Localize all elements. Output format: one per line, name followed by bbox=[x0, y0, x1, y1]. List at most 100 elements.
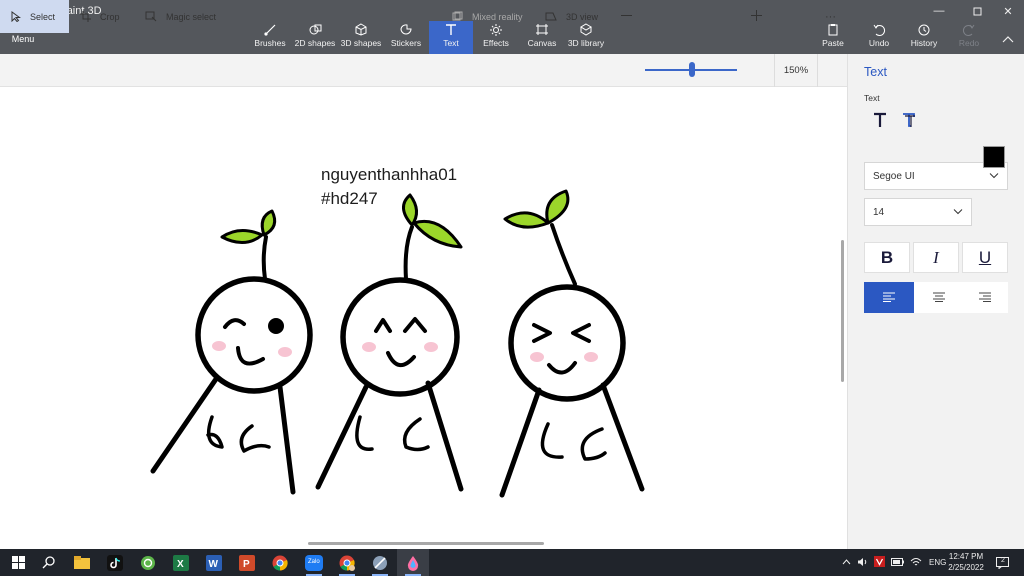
zalo-label: Zalo bbox=[308, 559, 320, 565]
action-label: Undo bbox=[868, 38, 890, 48]
chevron-down-icon bbox=[989, 171, 999, 182]
collapse-ribbon-icon[interactable] bbox=[1002, 30, 1014, 48]
menu-label: Menu bbox=[11, 34, 35, 44]
notification-button[interactable]: 2 bbox=[996, 549, 1010, 576]
paint3d-window: Untitled* - Paint 3D — ✕ Menu Brushes 2D… bbox=[0, 0, 1024, 576]
crop-label: Crop bbox=[100, 11, 120, 22]
select-label: Select bbox=[30, 11, 56, 22]
system-tray: ENG bbox=[842, 549, 946, 576]
volume-icon[interactable] bbox=[857, 557, 868, 569]
close-icon[interactable]: ✕ bbox=[993, 4, 1023, 18]
chrome-icon[interactable] bbox=[264, 549, 296, 576]
search-icon[interactable] bbox=[32, 549, 64, 576]
tool-label: 2D shapes bbox=[294, 38, 336, 48]
svg-text:P: P bbox=[243, 559, 250, 570]
undo-icon bbox=[864, 23, 894, 36]
snipping-icon[interactable] bbox=[364, 549, 396, 576]
antivirus-icon[interactable] bbox=[874, 556, 885, 569]
tool-2d-shapes[interactable]: 2D shapes bbox=[294, 21, 336, 54]
align-left-button[interactable] bbox=[864, 282, 914, 313]
clock-time: 12:47 PM bbox=[948, 552, 984, 561]
horizontal-scrollbar[interactable] bbox=[308, 542, 544, 545]
font-size-select[interactable]: 14 bbox=[864, 198, 972, 226]
minus-icon bbox=[621, 10, 632, 23]
chevron-up-icon[interactable] bbox=[842, 558, 851, 567]
stickers-icon bbox=[388, 23, 424, 36]
zoom-out-button[interactable] bbox=[621, 0, 633, 33]
bold-button[interactable]: B bbox=[864, 242, 910, 273]
zoom-level[interactable]: 150% bbox=[774, 54, 818, 87]
zalo-button[interactable]: Zalo bbox=[298, 549, 330, 576]
paint3d-icon[interactable] bbox=[397, 549, 429, 576]
align-center-button[interactable] bbox=[914, 282, 964, 313]
3d-view-button[interactable]: 3D view bbox=[545, 0, 605, 33]
select-button[interactable]: Select bbox=[0, 0, 69, 33]
svg-text:X: X bbox=[177, 559, 184, 570]
minimize-icon[interactable]: — bbox=[924, 4, 954, 18]
magic-select-button[interactable]: Magic select bbox=[145, 0, 225, 33]
canvas-text-line-1: nguyenthanhha01 bbox=[321, 165, 458, 184]
redo-button[interactable]: Redo bbox=[954, 21, 984, 54]
green-app-icon[interactable] bbox=[132, 549, 164, 576]
undo-button[interactable]: Undo bbox=[864, 21, 894, 54]
font-family-value: Segoe UI bbox=[873, 170, 915, 182]
cursor-icon bbox=[11, 11, 21, 22]
figure-left bbox=[150, 209, 313, 495]
3d-shapes-icon bbox=[340, 23, 382, 36]
word-icon[interactable]: W bbox=[198, 549, 230, 576]
panel-subtitle: Text bbox=[864, 93, 880, 103]
3d-view-label: 3D view bbox=[566, 11, 599, 22]
3d-view-icon bbox=[545, 11, 557, 22]
plus-icon bbox=[751, 10, 762, 23]
windows-start-icon[interactable] bbox=[2, 549, 34, 576]
tool-label: Brushes bbox=[254, 38, 286, 48]
file-explorer-icon[interactable] bbox=[66, 549, 98, 576]
align-left-icon bbox=[883, 289, 895, 307]
2d-text-icon bbox=[872, 112, 888, 133]
tool-label: 3D library bbox=[567, 38, 605, 48]
svg-text:W: W bbox=[209, 559, 219, 570]
more-options-button[interactable]: ··· bbox=[825, 0, 839, 33]
powerpoint-icon[interactable]: P bbox=[231, 549, 263, 576]
action-label: History bbox=[910, 38, 938, 48]
figure-middle bbox=[315, 193, 464, 492]
clock[interactable]: 12:47 PM 2/25/2022 bbox=[940, 551, 992, 573]
3d-text-button[interactable] bbox=[895, 110, 923, 134]
history-button[interactable]: History bbox=[906, 21, 942, 54]
redo-icon bbox=[954, 23, 984, 36]
tiktok-icon[interactable] bbox=[99, 549, 131, 576]
underline-button[interactable]: U bbox=[962, 242, 1008, 273]
clock-date: 2/25/2022 bbox=[948, 563, 984, 572]
tool-stickers[interactable]: Stickers bbox=[388, 21, 424, 54]
tool-brushes[interactable]: Brushes bbox=[251, 21, 289, 54]
mixed-reality-label: Mixed reality bbox=[472, 11, 523, 22]
tool-label: 3D shapes bbox=[340, 38, 382, 48]
canvas-text-block[interactable]: nguyenthanhha01 #hd247 bbox=[321, 163, 457, 211]
battery-icon[interactable] bbox=[891, 557, 904, 568]
2d-text-button[interactable] bbox=[866, 110, 894, 134]
align-right-button[interactable] bbox=[962, 282, 1008, 313]
tool-label: Stickers bbox=[390, 38, 422, 48]
crop-icon bbox=[80, 11, 91, 22]
panel-title: Text bbox=[864, 65, 887, 79]
zoom-slider-thumb[interactable] bbox=[689, 62, 695, 77]
italic-button[interactable]: I bbox=[913, 242, 959, 273]
align-center-icon bbox=[933, 289, 945, 307]
magic-select-label: Magic select bbox=[166, 11, 217, 22]
drawing-canvas[interactable]: nguyenthanhha01 #hd247 bbox=[0, 87, 847, 549]
wifi-icon[interactable] bbox=[910, 557, 922, 569]
crop-button[interactable]: Crop bbox=[80, 0, 130, 33]
notification-icon: 2 bbox=[996, 556, 1010, 570]
tool-3d-shapes[interactable]: 3D shapes bbox=[340, 21, 382, 54]
chrome-profile-icon[interactable] bbox=[331, 549, 363, 576]
excel-icon[interactable]: X bbox=[165, 549, 197, 576]
text-color-swatch[interactable] bbox=[983, 146, 1005, 168]
notification-count: 2 bbox=[1001, 556, 1005, 564]
canvas-text-line-2: #hd247 bbox=[321, 189, 378, 208]
font-size-value: 14 bbox=[873, 206, 885, 218]
zoom-in-button[interactable] bbox=[751, 0, 763, 33]
mixed-reality-button[interactable]: Mixed reality bbox=[452, 0, 532, 33]
vertical-scrollbar[interactable] bbox=[841, 240, 844, 382]
maximize-icon[interactable] bbox=[962, 4, 992, 18]
tool-label: Canvas bbox=[527, 38, 557, 48]
